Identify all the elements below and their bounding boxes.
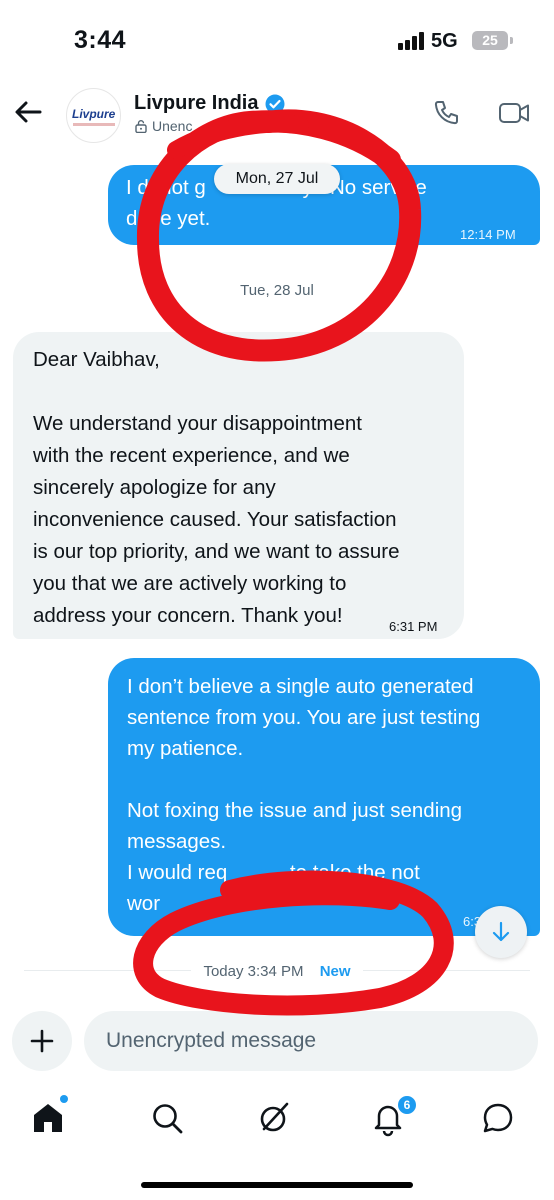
contact-name[interactable]: Livpure India — [134, 92, 258, 115]
incoming-message[interactable]: Dear Vaibhav, We understand your disappo… — [13, 332, 464, 639]
encryption-label: Unenc — [152, 118, 193, 134]
new-messages-marker: Today 3:34 PM New — [0, 963, 554, 980]
floating-date-pill: Mon, 27 Jul — [214, 164, 340, 194]
video-call-icon[interactable] — [498, 98, 530, 128]
message-time: 6:31 PM — [389, 619, 438, 634]
messages-icon[interactable] — [478, 1098, 518, 1138]
new-marker-time: Today 3:34 PM — [197, 963, 310, 980]
grok-icon[interactable] — [254, 1098, 294, 1138]
avatar-logo-text: Livpure — [72, 107, 116, 121]
arrow-down-icon — [492, 921, 510, 942]
home-notification-dot — [60, 1095, 68, 1103]
outgoing-message[interactable]: I don’t believe a single auto generated … — [108, 658, 540, 936]
search-icon[interactable] — [147, 1098, 187, 1138]
battery-tip — [510, 37, 513, 44]
plus-icon — [30, 1029, 54, 1053]
add-attachment-button[interactable] — [12, 1011, 72, 1071]
message-input[interactable] — [84, 1011, 538, 1071]
scroll-to-bottom-button[interactable] — [475, 906, 527, 958]
network-type: 5G — [431, 30, 458, 52]
new-label: New — [313, 963, 357, 980]
phone-icon[interactable] — [431, 98, 461, 128]
avatar-tagline — [73, 123, 115, 126]
chat-header: Livpure Livpure India Unenc — [0, 80, 554, 143]
avatar[interactable]: Livpure — [66, 88, 121, 143]
home-indicator — [141, 1182, 413, 1188]
lock-icon — [135, 120, 147, 133]
notifications-badge: 6 — [396, 1094, 418, 1116]
date-separator: Tue, 28 Jul — [240, 282, 314, 299]
message-text: Dear Vaibhav, We understand your disappo… — [33, 348, 400, 627]
signal-icon — [398, 32, 426, 50]
message-text: I don’t believe a single auto generated … — [127, 675, 481, 915]
back-arrow-icon[interactable] — [12, 96, 44, 128]
battery-level: 25 — [482, 32, 498, 48]
bottom-navigation: 6 — [0, 1080, 554, 1155]
encryption-status: Unenc — [134, 118, 192, 134]
message-time: 12:14 PM — [460, 227, 516, 242]
verified-badge-icon — [265, 94, 285, 114]
status-time: 3:44 — [74, 26, 127, 54]
battery-icon: 25 — [472, 31, 508, 50]
status-bar: 3:44 5G 25 — [0, 0, 554, 80]
home-icon[interactable] — [28, 1098, 68, 1138]
